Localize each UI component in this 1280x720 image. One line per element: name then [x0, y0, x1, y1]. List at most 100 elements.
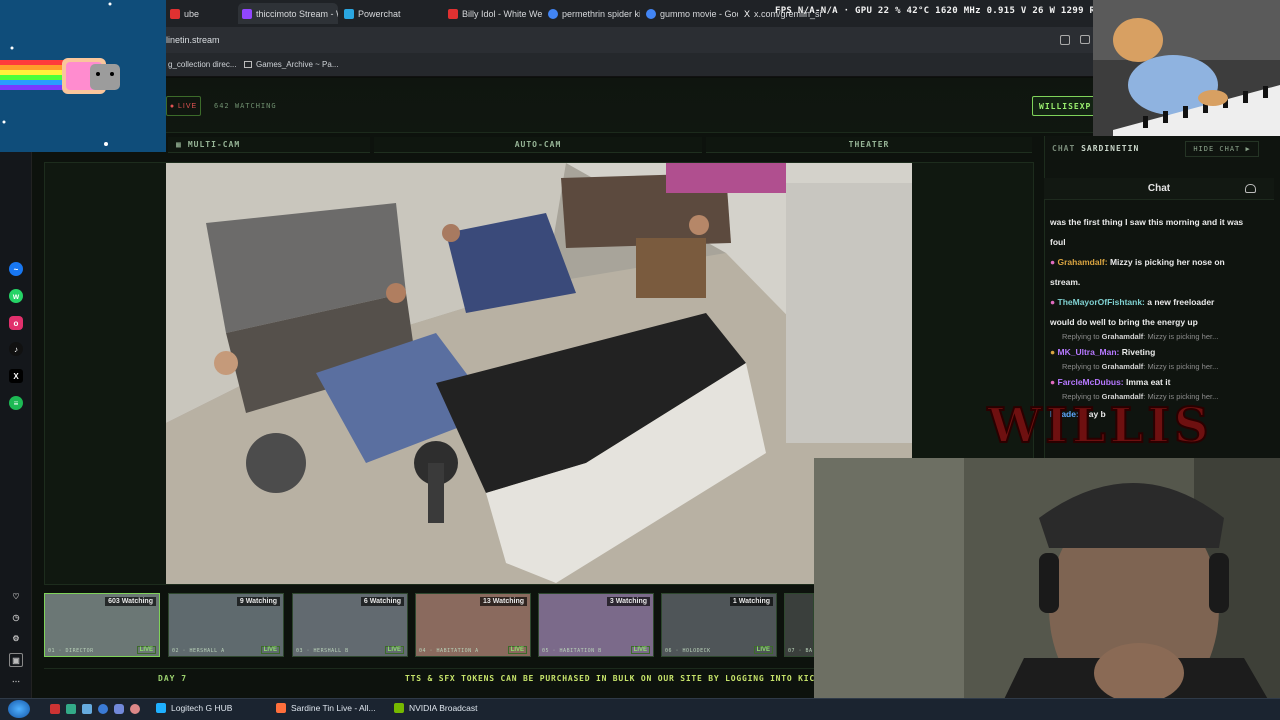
taskbar-app-icon[interactable] — [130, 704, 140, 714]
camera-thumbnail[interactable]: 9 Watching 02 · HERSHALL A LIVE — [168, 593, 284, 657]
taskbar-app-icon[interactable] — [114, 704, 124, 714]
powerchat-icon — [344, 8, 354, 19]
day-counter: DAY 7 — [158, 674, 188, 683]
user-profile-button[interactable]: WILLISEXP — [1032, 96, 1100, 116]
taskbar-app-icon[interactable] — [50, 704, 60, 714]
box-icon[interactable]: ▣ — [9, 653, 23, 667]
heart-icon[interactable]: ♡ — [9, 589, 23, 603]
thumbnail-name: 03 · HERSHALL B — [296, 648, 349, 654]
grid-icon: ▦ — [176, 140, 182, 149]
thumbnail-name: 06 · HOLODECK — [665, 648, 711, 654]
theater-button[interactable]: THEATER — [706, 137, 1032, 153]
keyboard-cat-overlay — [1093, 0, 1280, 136]
thumbnail-watching: 3 Watching — [606, 597, 650, 606]
x-icon: X — [744, 8, 751, 19]
chat-message: ● FarcleMcDubus: Imma eat it — [1050, 377, 1171, 387]
browser-tab[interactable]: ube — [166, 3, 226, 24]
thumbnail-name: 01 · DIRECTOR — [48, 648, 94, 654]
open-in-icon[interactable] — [1060, 35, 1070, 45]
camera-thumbnail[interactable]: 1 Watching 06 · HOLODECK LIVE — [661, 593, 777, 657]
badge-icon: ● — [1050, 257, 1056, 267]
google-icon — [646, 8, 656, 19]
live-badge: ● LIVE — [166, 96, 201, 116]
thumbnail-name: 02 · HERSHALL A — [172, 648, 225, 654]
more-icon[interactable]: ⋯ — [9, 674, 23, 688]
logitech-icon — [156, 703, 166, 713]
thumbnail-live-badge: LIVE — [507, 646, 527, 654]
chat-message: ● MK_Ultra_Man: Riveting — [1050, 347, 1156, 357]
chat-message: foul — [1050, 237, 1066, 247]
keyboard-cat-image — [1093, 0, 1280, 136]
badge-icon: ● — [1050, 297, 1056, 307]
chat-message: was the first thing I saw this morning a… — [1050, 217, 1244, 227]
multi-cam-button[interactable]: ▦ MULTI-CAM — [168, 137, 370, 153]
camera-thumbnail-strip: 603 Watching 01 · DIRECTOR LIVE 9 Watchi… — [44, 589, 814, 661]
chat-message: stream. — [1050, 277, 1081, 287]
browser-tab[interactable]: permethrin spider kill — [544, 3, 640, 24]
taskbar-item-sardine[interactable]: Sardine Tin Live - All... — [276, 703, 376, 713]
announcement-ticker: TTS & SFX TOKENS CAN BE PURCHASED IN BUL… — [405, 674, 849, 683]
instagram-icon[interactable]: o — [9, 316, 23, 330]
nyan-cat-image — [0, 2, 120, 146]
main-camera-feed[interactable] — [166, 163, 912, 584]
streamer-webcam-overlay — [814, 458, 1280, 720]
taskbar-app-icon[interactable] — [98, 704, 108, 714]
folder-icon — [244, 61, 252, 68]
twitch-icon — [242, 8, 252, 19]
badge-icon: ● — [1050, 377, 1056, 387]
chat-message: would do well to bring the energy up — [1050, 317, 1198, 327]
thumbnail-watching: 13 Watching — [480, 597, 527, 606]
gear-icon[interactable]: ⚙ — [9, 631, 23, 645]
camera-thumbnail[interactable]: 07 · BA — [784, 593, 814, 657]
thumbnail-live-badge: LIVE — [136, 646, 156, 654]
spotify-icon[interactable]: ≡ — [9, 396, 23, 410]
browser-tab[interactable]: Billy Idol - White Wed — [444, 3, 542, 24]
youtube-icon — [448, 8, 458, 19]
taskbar-item-nvidia[interactable]: NVIDIA Broadcast — [394, 703, 478, 713]
thumbnail-watching: 6 Watching — [360, 597, 404, 606]
taskbar-app-icon[interactable] — [82, 704, 92, 714]
thumbnail-watching: 1 Watching — [729, 597, 773, 606]
badge-icon: ● — [1050, 347, 1056, 357]
thumbnail-name: 05 · HABITATION B — [542, 648, 602, 654]
camera-thumbnail[interactable]: 603 Watching 01 · DIRECTOR LIVE — [44, 593, 160, 657]
browser-tab[interactable]: gummo movie - Goog — [642, 3, 738, 24]
camera-thumbnail[interactable]: 13 Watching 04 · HABITATION A LIVE — [415, 593, 531, 657]
x-icon[interactable]: X — [9, 369, 23, 383]
chat-label: CHAT SARDINETIN — [1052, 144, 1140, 153]
webcam-image — [814, 458, 1280, 720]
youtube-icon — [170, 8, 180, 19]
bookmark-item[interactable]: g_collection direc... — [168, 60, 236, 69]
performance-overlay: FPS N/A-N/A · GPU 22 % 42°C 1620 MHz 0.9… — [775, 6, 1107, 16]
clock-icon[interactable]: ◷ — [9, 610, 23, 624]
camera-feed-image — [166, 163, 912, 584]
messenger-icon[interactable]: ~ — [9, 262, 23, 276]
chat-message: ● TheMayorOfFishtank: a new freeloader — [1050, 297, 1215, 307]
tiktok-icon[interactable]: ♪ — [9, 342, 23, 356]
taskbar-app-icon[interactable] — [66, 704, 76, 714]
camera-icon[interactable] — [1080, 35, 1090, 44]
browser-icon — [276, 703, 286, 713]
google-icon — [548, 8, 558, 19]
thumbnail-name: 07 · BA — [788, 648, 813, 654]
whatsapp-icon[interactable]: w — [9, 289, 23, 303]
chat-message: ● Grahamdalf: Mizzy is picking her nose … — [1050, 257, 1225, 267]
svg-text:WILLIS: WILLIS — [987, 398, 1213, 454]
bookmark-item[interactable]: Games_Archive ~ Pa... — [244, 60, 338, 69]
start-button-icon[interactable] — [8, 700, 30, 718]
browser-tab[interactable]: thiccimoto Stream - W — [238, 3, 338, 24]
url-text[interactable]: linetin.stream — [166, 35, 220, 45]
users-icon[interactable] — [1245, 184, 1256, 193]
thumbnail-live-badge: LIVE — [384, 646, 404, 654]
browser-tab[interactable]: Powerchat — [340, 3, 440, 24]
camera-thumbnail[interactable]: 3 Watching 05 · HABITATION B LIVE — [538, 593, 654, 657]
thumbnail-watching: 9 Watching — [236, 597, 280, 606]
taskbar-item-logitech[interactable]: Logitech G HUB — [156, 703, 232, 713]
chat-header: Chat — [1044, 178, 1274, 200]
auto-cam-button[interactable]: AUTO-CAM — [374, 137, 702, 153]
willis-logo-image: WILLIS — [986, 397, 1213, 455]
hide-chat-button[interactable]: HIDE CHAT ▶ — [1185, 141, 1259, 157]
nvidia-icon — [394, 703, 404, 713]
camera-thumbnail[interactable]: 6 Watching 03 · HERSHALL B LIVE — [292, 593, 408, 657]
thumbnail-watching: 603 Watching — [105, 597, 156, 606]
